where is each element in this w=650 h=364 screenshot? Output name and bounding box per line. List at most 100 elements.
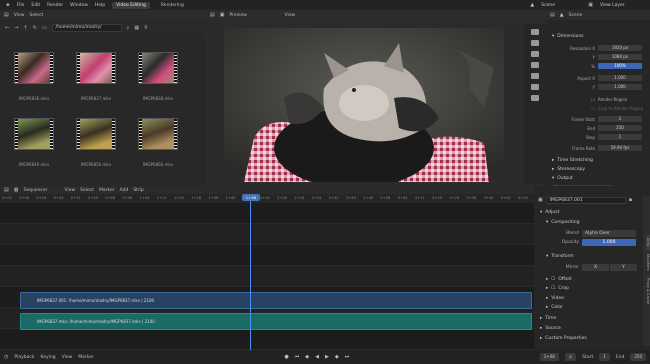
crop-region-checkbox[interactable]: ☐ bbox=[546, 106, 598, 111]
tab-modifiers[interactable]: Modifiers bbox=[646, 251, 650, 273]
menu-render[interactable]: Render bbox=[47, 3, 63, 8]
channel-row[interactable] bbox=[0, 245, 534, 266]
channel-icon[interactable] bbox=[531, 84, 539, 90]
scene-tab-label[interactable]: Scene bbox=[569, 13, 583, 18]
editor-type-icon[interactable]: ▤ bbox=[4, 12, 9, 18]
editor-type-icon[interactable]: ▤ bbox=[210, 12, 215, 18]
start-frame-field[interactable]: 1 bbox=[599, 353, 610, 361]
tab-strip[interactable]: Strip bbox=[646, 235, 650, 250]
blender-logo-icon[interactable]: ◈ bbox=[6, 2, 10, 8]
file-thumbnail[interactable] bbox=[14, 52, 54, 84]
sample-icon[interactable] bbox=[531, 95, 539, 101]
crop-checkbox[interactable]: ☐ bbox=[551, 286, 555, 291]
frame-step-field[interactable]: 1 bbox=[598, 134, 642, 140]
file-thumbnail[interactable] bbox=[14, 118, 54, 150]
strip-name-field[interactable]: IMGP6837.001 bbox=[545, 196, 626, 204]
timeline-ruler[interactable]: 0+00 0+08 0+16 0+24 0+32 0+40 0+48 0+56 1+04 1+12… bbox=[0, 194, 534, 203]
jump-end-icon[interactable]: ⏭ bbox=[345, 354, 350, 360]
file-thumbnail[interactable] bbox=[76, 118, 116, 150]
next-keyframe-icon[interactable]: ◆ bbox=[335, 354, 339, 360]
back-arrow-icon[interactable]: ← bbox=[5, 25, 9, 31]
mirror-x-toggle[interactable]: X bbox=[582, 263, 609, 271]
tab-proxy-cache[interactable]: Proxy & Cache bbox=[646, 275, 650, 307]
frame-rate-dropdown[interactable]: 59.94 fps bbox=[598, 145, 642, 151]
section-time-stretching[interactable]: ▸ Time Stretching bbox=[546, 156, 650, 164]
current-frame-field[interactable]: 1+48 bbox=[539, 353, 559, 361]
file-thumbnail[interactable] bbox=[76, 52, 116, 84]
render-region-checkbox[interactable]: ☐ bbox=[546, 97, 598, 102]
menu-edit[interactable]: Edit bbox=[31, 3, 40, 8]
frame-start-field[interactable]: 1 bbox=[598, 116, 642, 122]
menu-view[interactable]: View bbox=[62, 355, 73, 360]
frame-end-field[interactable]: 250 bbox=[598, 125, 642, 131]
offset-checkbox[interactable]: ☐ bbox=[551, 277, 555, 282]
section-transform[interactable]: ▾ Transform bbox=[534, 252, 650, 260]
menu-marker[interactable]: Marker bbox=[78, 355, 94, 360]
seq-menu-select[interactable]: Select bbox=[80, 188, 94, 193]
mirror-y-toggle[interactable]: Y bbox=[610, 263, 637, 271]
section-video[interactable]: ▸ Video bbox=[534, 294, 650, 302]
menu-window[interactable]: Window bbox=[70, 3, 88, 8]
record-icon[interactable]: ● bbox=[284, 354, 288, 360]
file-name[interactable]: IMGP6837.mkv bbox=[74, 96, 118, 101]
overlay-icon[interactable] bbox=[531, 62, 539, 68]
sequencer-mode-dropdown[interactable]: Sequencer bbox=[23, 188, 59, 193]
section-crop[interactable]: ▸ ☐ Crop bbox=[534, 284, 650, 292]
workspace-tab-video-editing[interactable]: Video Editing bbox=[112, 1, 150, 9]
resolution-pct-slider[interactable]: 100% bbox=[598, 63, 642, 69]
seq-menu-view[interactable]: View bbox=[64, 188, 75, 193]
blend-mode-dropdown[interactable]: Alpha Over bbox=[582, 229, 636, 237]
play-reverse-icon[interactable]: ◀ bbox=[315, 354, 319, 360]
section-dimensions[interactable]: ▾ Dimensions bbox=[546, 32, 650, 40]
parent-dir-icon[interactable]: ↑ bbox=[23, 25, 27, 31]
channel-row[interactable] bbox=[0, 203, 534, 224]
display-mode-icon[interactable]: ▦ bbox=[134, 25, 139, 31]
strip-mute-icon[interactable]: ▪ bbox=[629, 197, 632, 203]
view-layer-selector[interactable]: View Layer bbox=[600, 3, 644, 8]
section-time[interactable]: ▸ Time bbox=[534, 314, 650, 322]
jump-start-icon[interactable]: ⏮ bbox=[295, 354, 300, 360]
fb-menu-view[interactable]: View bbox=[14, 13, 25, 18]
file-name[interactable]: IMGP6850.mkv bbox=[74, 162, 118, 167]
section-stereoscopy[interactable]: ▸ Stereoscopy bbox=[546, 165, 650, 173]
timeline-editor-icon[interactable]: ◷ bbox=[4, 354, 8, 360]
opacity-slider[interactable]: 1.000 bbox=[582, 238, 636, 246]
channel-row[interactable] bbox=[0, 329, 534, 350]
zoom-icon[interactable] bbox=[531, 29, 539, 35]
section-source[interactable]: ▸ Source bbox=[534, 324, 650, 332]
hand-pan-icon[interactable] bbox=[531, 40, 539, 46]
refresh-icon[interactable]: ↻ bbox=[33, 25, 37, 31]
editor-type-icon[interactable]: ▤ bbox=[4, 187, 9, 193]
resolution-x-field[interactable]: 1920 px bbox=[598, 45, 642, 51]
movie-strip[interactable]: IMGP6837.mkv: /home/mimo/madry/IMGP6837.… bbox=[20, 313, 532, 330]
new-folder-icon[interactable]: ▭ bbox=[42, 25, 47, 31]
forward-arrow-icon[interactable]: → bbox=[14, 25, 18, 31]
preview-mode-dropdown[interactable]: Preview bbox=[229, 13, 279, 18]
play-icon[interactable]: ▶ bbox=[325, 354, 329, 360]
camera-icon[interactable] bbox=[531, 51, 539, 57]
workspace-tab-rendering[interactable]: Rendering bbox=[157, 2, 188, 9]
fb-menu-select[interactable]: Select bbox=[29, 13, 43, 18]
aspect-x-field[interactable]: 1.000 bbox=[598, 75, 642, 81]
file-thumbnail[interactable] bbox=[138, 52, 178, 84]
preview-frame-image[interactable] bbox=[224, 28, 504, 182]
preview-range-toggle[interactable]: ◷ bbox=[564, 353, 577, 361]
prev-keyframe-icon[interactable]: ◆ bbox=[305, 354, 309, 360]
editor-type-icon[interactable]: ▤ bbox=[550, 12, 555, 18]
search-icon[interactable]: ⌕ bbox=[127, 25, 130, 31]
menu-keying[interactable]: Keying bbox=[40, 355, 55, 360]
scene-selector[interactable]: Scene bbox=[541, 3, 581, 8]
channel-row[interactable] bbox=[0, 224, 534, 245]
menu-file[interactable]: File bbox=[17, 3, 25, 8]
resolution-y-field[interactable]: 1080 px bbox=[598, 54, 642, 60]
file-name[interactable]: IMGP6836.mkv bbox=[12, 96, 56, 101]
file-thumbnail[interactable] bbox=[138, 118, 178, 150]
section-custom-properties[interactable]: ▸ Custom Properties bbox=[534, 334, 650, 342]
file-name[interactable]: IMGP6860.mkv bbox=[136, 162, 180, 167]
section-compositing[interactable]: ▾ Compositing bbox=[534, 218, 650, 226]
menu-playback[interactable]: Playback bbox=[14, 355, 34, 360]
sound-strip[interactable]: IMGP6837.001: /home/mimo/madry/IMGP6837.… bbox=[20, 292, 532, 309]
section-adjust[interactable]: ▾ Adjust bbox=[534, 208, 650, 216]
filter-icon[interactable]: ⚲ bbox=[144, 25, 148, 31]
menu-help[interactable]: Help bbox=[95, 3, 105, 8]
